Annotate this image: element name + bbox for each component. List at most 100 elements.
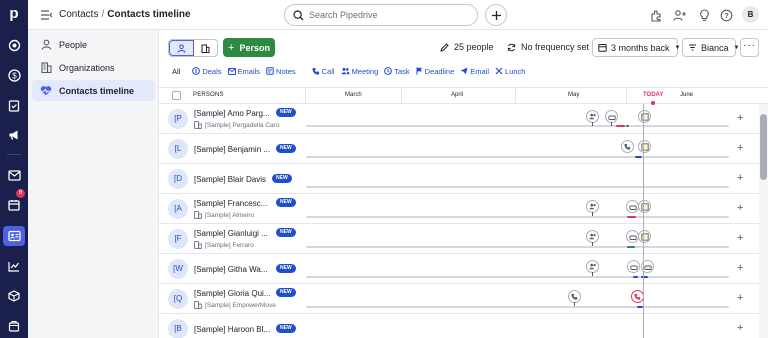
contact-name[interactable]: [Sample] Githa Wa... (194, 265, 268, 274)
contact-avatar[interactable]: [B (168, 319, 188, 338)
sidebar-item-organizations[interactable]: Organizations (32, 57, 155, 78)
add-activity-button[interactable]: + (737, 142, 743, 154)
help-icon[interactable]: ? (719, 8, 733, 22)
more-options-button[interactable]: ··· (740, 38, 759, 57)
date-range-dropdown[interactable]: 3 months back ▼ (592, 38, 680, 57)
contact-organization[interactable]: [Sample] Almeiro (194, 211, 254, 219)
add-person-label: Person (239, 42, 270, 53)
filter-emails[interactable]: Emails (227, 66, 261, 76)
call-activity-icon[interactable] (621, 140, 634, 153)
filter-notes[interactable]: Notes (266, 67, 296, 76)
invite-users-icon[interactable] (673, 8, 687, 22)
contact-avatar[interactable]: [P (168, 109, 188, 129)
filter-call[interactable]: Call (312, 67, 335, 76)
sidebar-item-people[interactable]: People (32, 34, 155, 55)
contact-name[interactable]: [Sample] Gloria Qui... (194, 289, 270, 298)
person-view-toggle[interactable] (169, 40, 194, 56)
quick-add-button[interactable] (485, 4, 507, 26)
scrollbar-thumb[interactable] (760, 114, 767, 180)
calendar-icon[interactable] (5, 196, 23, 214)
contacts-icon[interactable] (3, 226, 25, 246)
heart-icon (40, 85, 52, 97)
lunch-activity-icon[interactable] (627, 260, 640, 273)
activity-stem (611, 122, 612, 126)
user-avatar[interactable]: B (742, 6, 759, 23)
contact-avatar[interactable]: [Q (168, 289, 188, 309)
table-row[interactable]: [D [Sample] Blair Davis NEW + (159, 164, 759, 194)
contact-avatar[interactable]: [W (168, 259, 188, 279)
lightbulb-icon[interactable] (697, 8, 711, 22)
mail-icon[interactable] (5, 166, 23, 184)
add-activity-button[interactable]: + (737, 232, 743, 244)
filter-task[interactable]: Task (384, 67, 410, 76)
target-icon[interactable] (5, 36, 23, 54)
today-line (643, 104, 644, 338)
contact-avatar[interactable]: [F (168, 229, 188, 249)
search-input[interactable] (309, 10, 459, 20)
megaphone-icon[interactable] (5, 126, 23, 144)
contact-name[interactable]: [Sample] Haroon Bl... (194, 325, 270, 334)
clipboard-icon[interactable] (5, 96, 23, 114)
activity-stem (592, 212, 593, 216)
contact-name[interactable]: [Sample] Benjamin ... (194, 145, 270, 154)
organization-view-toggle[interactable] (194, 40, 217, 56)
breadcrumb-parent[interactable]: Contacts (59, 9, 98, 20)
search-box[interactable] (284, 4, 478, 26)
filter-label: Emails (237, 66, 261, 76)
filter-meeting[interactable]: Meeting (340, 67, 378, 76)
add-activity-button[interactable]: + (737, 202, 743, 214)
pipedrive-logo[interactable]: p (6, 5, 22, 23)
table-row[interactable]: [Q [Sample] Gloria Qui... NEW [Sample] E… (159, 284, 759, 314)
add-activity-button[interactable]: + (737, 112, 743, 124)
table-row[interactable]: [B [Sample] Haroon Bl... NEW + (159, 314, 759, 338)
persons-column-header[interactable]: PERSONS (193, 92, 224, 98)
breadcrumb-separator: / (101, 9, 105, 20)
filter-deadline[interactable]: Deadline (416, 67, 454, 76)
filter-lunch[interactable]: Lunch (495, 67, 525, 76)
filter-all[interactable]: All (172, 67, 180, 76)
filter-deals[interactable]: Deals (192, 67, 222, 76)
extensions-icon[interactable] (649, 8, 663, 22)
note-activity-icon[interactable] (638, 110, 651, 123)
store-icon[interactable] (5, 317, 23, 335)
contact-name[interactable]: [Sample] Blair Davis (194, 175, 266, 184)
timeline-track (306, 186, 729, 188)
table-row[interactable]: [L [Sample] Benjamin ... NEW + (159, 134, 759, 164)
contact-name[interactable]: [Sample] Gianluigi ... (194, 229, 268, 238)
table-row[interactable]: [A [Sample] Francesc... NEW [Sample] Alm… (159, 194, 759, 224)
table-row[interactable]: [W [Sample] Githa Wa... NEW + (159, 254, 759, 284)
contact-avatar[interactable]: [D (168, 169, 188, 189)
box-icon[interactable] (5, 287, 23, 305)
contact-name[interactable]: [Sample] Francesc... (194, 199, 267, 208)
scrollbar[interactable] (759, 104, 768, 338)
chart-icon[interactable] (5, 257, 23, 275)
contact-name[interactable]: [Sample] Amo Parg... (194, 109, 270, 118)
new-badge: NEW (276, 264, 296, 273)
note-activity-icon[interactable] (638, 230, 651, 243)
add-activity-button[interactable]: + (737, 292, 743, 304)
dollar-icon[interactable]: $ (5, 66, 23, 84)
contact-avatar[interactable]: [A (168, 199, 188, 219)
table-row[interactable]: [P [Sample] Amo Parg... NEW [Sample] Per… (159, 104, 759, 134)
add-person-button[interactable]: + Person (223, 38, 275, 57)
svg-text:?: ? (724, 11, 729, 20)
note-activity-icon[interactable] (638, 140, 651, 153)
contact-organization[interactable]: [Sample] Pergadella Caro (194, 121, 279, 129)
add-activity-button[interactable]: + (737, 262, 743, 274)
collapse-menu-icon[interactable] (40, 9, 53, 21)
add-activity-button[interactable]: + (737, 172, 743, 184)
note-activity-icon[interactable] (638, 200, 651, 213)
select-all-checkbox[interactable] (172, 91, 181, 100)
people-count[interactable]: 25 people (440, 42, 494, 52)
contact-organization[interactable]: [Sample] EmpowerMove (194, 301, 276, 309)
owner-filter-dropdown[interactable]: Bianca ▼ (682, 38, 739, 57)
nav-rail: p $ 8 (0, 0, 28, 338)
frequency-setting[interactable]: No frequency set (507, 42, 589, 52)
add-activity-button[interactable]: + (737, 322, 743, 334)
contact-avatar[interactable]: [L (168, 139, 188, 159)
sidebar-item-contacts-timeline[interactable]: Contacts timeline (32, 80, 155, 101)
table-row[interactable]: [F [Sample] Gianluigi ... NEW [Sample] F… (159, 224, 759, 254)
contact-organization[interactable]: [Sample] Ferraro (194, 241, 254, 249)
filter-email[interactable]: Email (460, 67, 489, 76)
organization-name: [Sample] Almeiro (205, 211, 255, 219)
